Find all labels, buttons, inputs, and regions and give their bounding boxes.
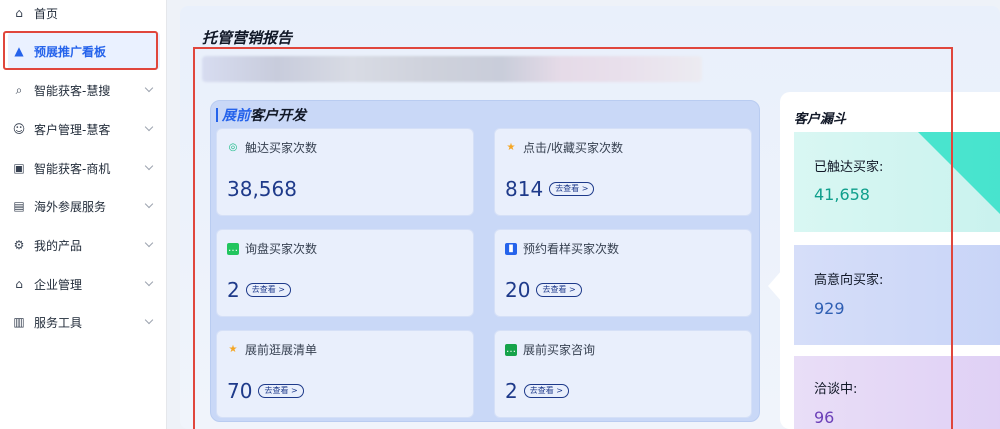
view-details-button[interactable]: 去查看 > [536,283,582,297]
document-icon: ▤ [13,199,25,213]
card-label: ▮ 预约看样买家次数 [505,240,619,257]
tier-label: 已触达买家: [814,160,884,175]
sidebar-item-label: 预展推广看板 [34,44,107,59]
bag-icon: ▮ [505,242,517,255]
card-value-text: 38,568 [227,177,297,201]
main-content: 托管营销报告 展前 客户开发 ◎ 触达买家次数 38,568 ★ 点击/收藏买家… [172,0,1000,429]
funnel-title: 客户漏斗 [794,112,847,127]
card-value: 2 去查看 > [227,278,291,302]
card-value-text: 2 [505,379,518,403]
sidebar-item-label: 智能获客-商机 [34,161,111,176]
pre-show-customer-dev-section: 展前 客户开发 ◎ 触达买家次数 38,568 ★ 点击/收藏买家次数 814 … [210,100,760,422]
tier-value: 96 [814,408,835,427]
sidebar-item-smart-search[interactable]: ⌕ 智能获客-慧搜 [8,71,160,109]
chevron-down-icon[interactable] [144,199,154,209]
card-label: … 展前买家咨询 [505,341,595,358]
funnel-tier-high-intent: 高意向买家: 929 [794,245,1000,345]
chevron-down-icon[interactable] [144,315,154,325]
stat-card-sample-appointment: ▮ 预约看样买家次数 20 去查看 > [494,229,752,317]
card-value: 2 去查看 > [505,379,569,403]
section-title: 展前 客户开发 [216,105,306,125]
tier-value: 929 [814,299,845,318]
card-label-text: 展前买家咨询 [523,343,596,357]
sidebar-item-label: 智能获客-慧搜 [34,83,111,98]
view-details-button[interactable]: 去查看 > [245,283,291,297]
card-label-text: 点击/收藏买家次数 [523,141,624,155]
sidebar-item-label: 服务工具 [34,315,83,330]
dashboard-icon: ▲ [14,44,24,58]
opportunity-icon: ▣ [13,161,25,175]
card-value: 20 去查看 > [505,278,582,302]
toolbox-icon: ▥ [13,315,25,329]
building-icon: ⌂ [15,277,23,291]
sidebar-item-label: 我的产品 [34,238,83,253]
sidebar-item-label: 企业管理 [34,277,83,292]
user-icon: ☺ [12,122,26,136]
star-icon: ★ [228,344,238,355]
product-icon: ⚙ [13,238,25,252]
chevron-down-icon[interactable] [144,238,154,248]
tier-label: 洽谈中: [814,382,858,397]
section-title-text: 客户开发 [250,108,306,124]
stat-card-touch-buyers: ◎ 触达买家次数 38,568 [216,128,474,216]
card-label-text: 询盘买家次数 [245,242,318,256]
card-label-text: 展前逛展清单 [245,343,318,357]
chevron-down-icon[interactable] [144,122,154,132]
chevron-down-icon[interactable] [144,83,154,93]
card-label: ◎ 触达买家次数 [227,139,317,156]
sidebar-item-overseas-exhibition[interactable]: ▤ 海外参展服务 [8,187,160,225]
stat-card-inquiry-buyers: … 询盘买家次数 2 去查看 > [216,229,474,317]
stat-card-buyer-consultation: … 展前买家咨询 2 去查看 > [494,330,752,418]
card-value: 38,568 [227,177,297,201]
title-accent-bar [216,108,218,122]
message-icon: … [227,242,239,255]
sidebar-item-home[interactable]: ⌂ 首页 [8,0,160,32]
sidebar-item-label: 海外参展服务 [34,199,107,214]
report-panel: 托管营销报告 展前 客户开发 ◎ 触达买家次数 38,568 ★ 点击/收藏买家… [180,6,1000,429]
chevron-down-icon[interactable] [144,161,154,171]
chat-icon: … [505,343,517,356]
funnel-tier-reached: 已触达买家: 41,658 [794,132,1000,232]
sidebar: ⌂ 首页 ▲ 预展推广看板 ⌕ 智能获客-慧搜 ☺ 客户管理-慧客 ▣ 智能获客… [0,0,167,429]
sidebar-item-products[interactable]: ⚙ 我的产品 [8,226,160,264]
funnel-tier-negotiating: 洽谈中: 96 [794,356,1000,429]
card-value-text: 20 [505,278,531,302]
card-label: ★ 展前逛展清单 [227,341,318,358]
touch-icon: ◎ [228,142,238,153]
sidebar-item-tools[interactable]: ▥ 服务工具 [8,303,160,341]
card-value: 70 去查看 > [227,379,304,403]
sidebar-item-label: 客户管理-慧客 [34,122,111,137]
section-title-highlight: 展前 [222,108,250,124]
sidebar-item-opportunity[interactable]: ▣ 智能获客-商机 [8,149,160,187]
chevron-down-icon[interactable] [144,277,154,287]
home-icon: ⌂ [15,6,23,20]
view-details-button[interactable]: 去查看 > [549,182,595,196]
card-label-text: 预约看样买家次数 [523,242,620,256]
card-label: … 询盘买家次数 [227,240,317,257]
stat-card-visit-list: ★ 展前逛展清单 70 去查看 > [216,330,474,418]
view-details-button[interactable]: 去查看 > [523,384,569,398]
sidebar-item-dashboard[interactable]: ▲ 预展推广看板 [8,32,160,70]
card-value-text: 2 [227,278,240,302]
tier-value: 41,658 [814,185,870,204]
decorative-triangle [918,132,1000,222]
search-icon: ⌕ [15,82,23,97]
card-label-text: 触达买家次数 [245,141,318,155]
sidebar-item-enterprise[interactable]: ⌂ 企业管理 [8,265,160,303]
customer-funnel: 客户漏斗 已触达买家: 41,658 高意向买家: 929 洽谈中: 96 [780,92,1000,429]
sidebar-item-label: 首页 [34,6,59,21]
blurred-info-bar [202,56,702,82]
card-value: 814 去查看 > [505,177,595,201]
star-icon: ★ [506,142,516,153]
stat-card-click-favorite: ★ 点击/收藏买家次数 814 去查看 > [494,128,752,216]
card-value-text: 814 [505,177,544,201]
tier-label: 高意向买家: [814,273,884,288]
card-label: ★ 点击/收藏买家次数 [505,139,624,156]
card-value-text: 70 [227,379,253,403]
view-details-button[interactable]: 去查看 > [258,384,304,398]
page-title: 托管营销报告 [202,29,293,47]
sidebar-item-customer-mgmt[interactable]: ☺ 客户管理-慧客 [8,110,160,148]
